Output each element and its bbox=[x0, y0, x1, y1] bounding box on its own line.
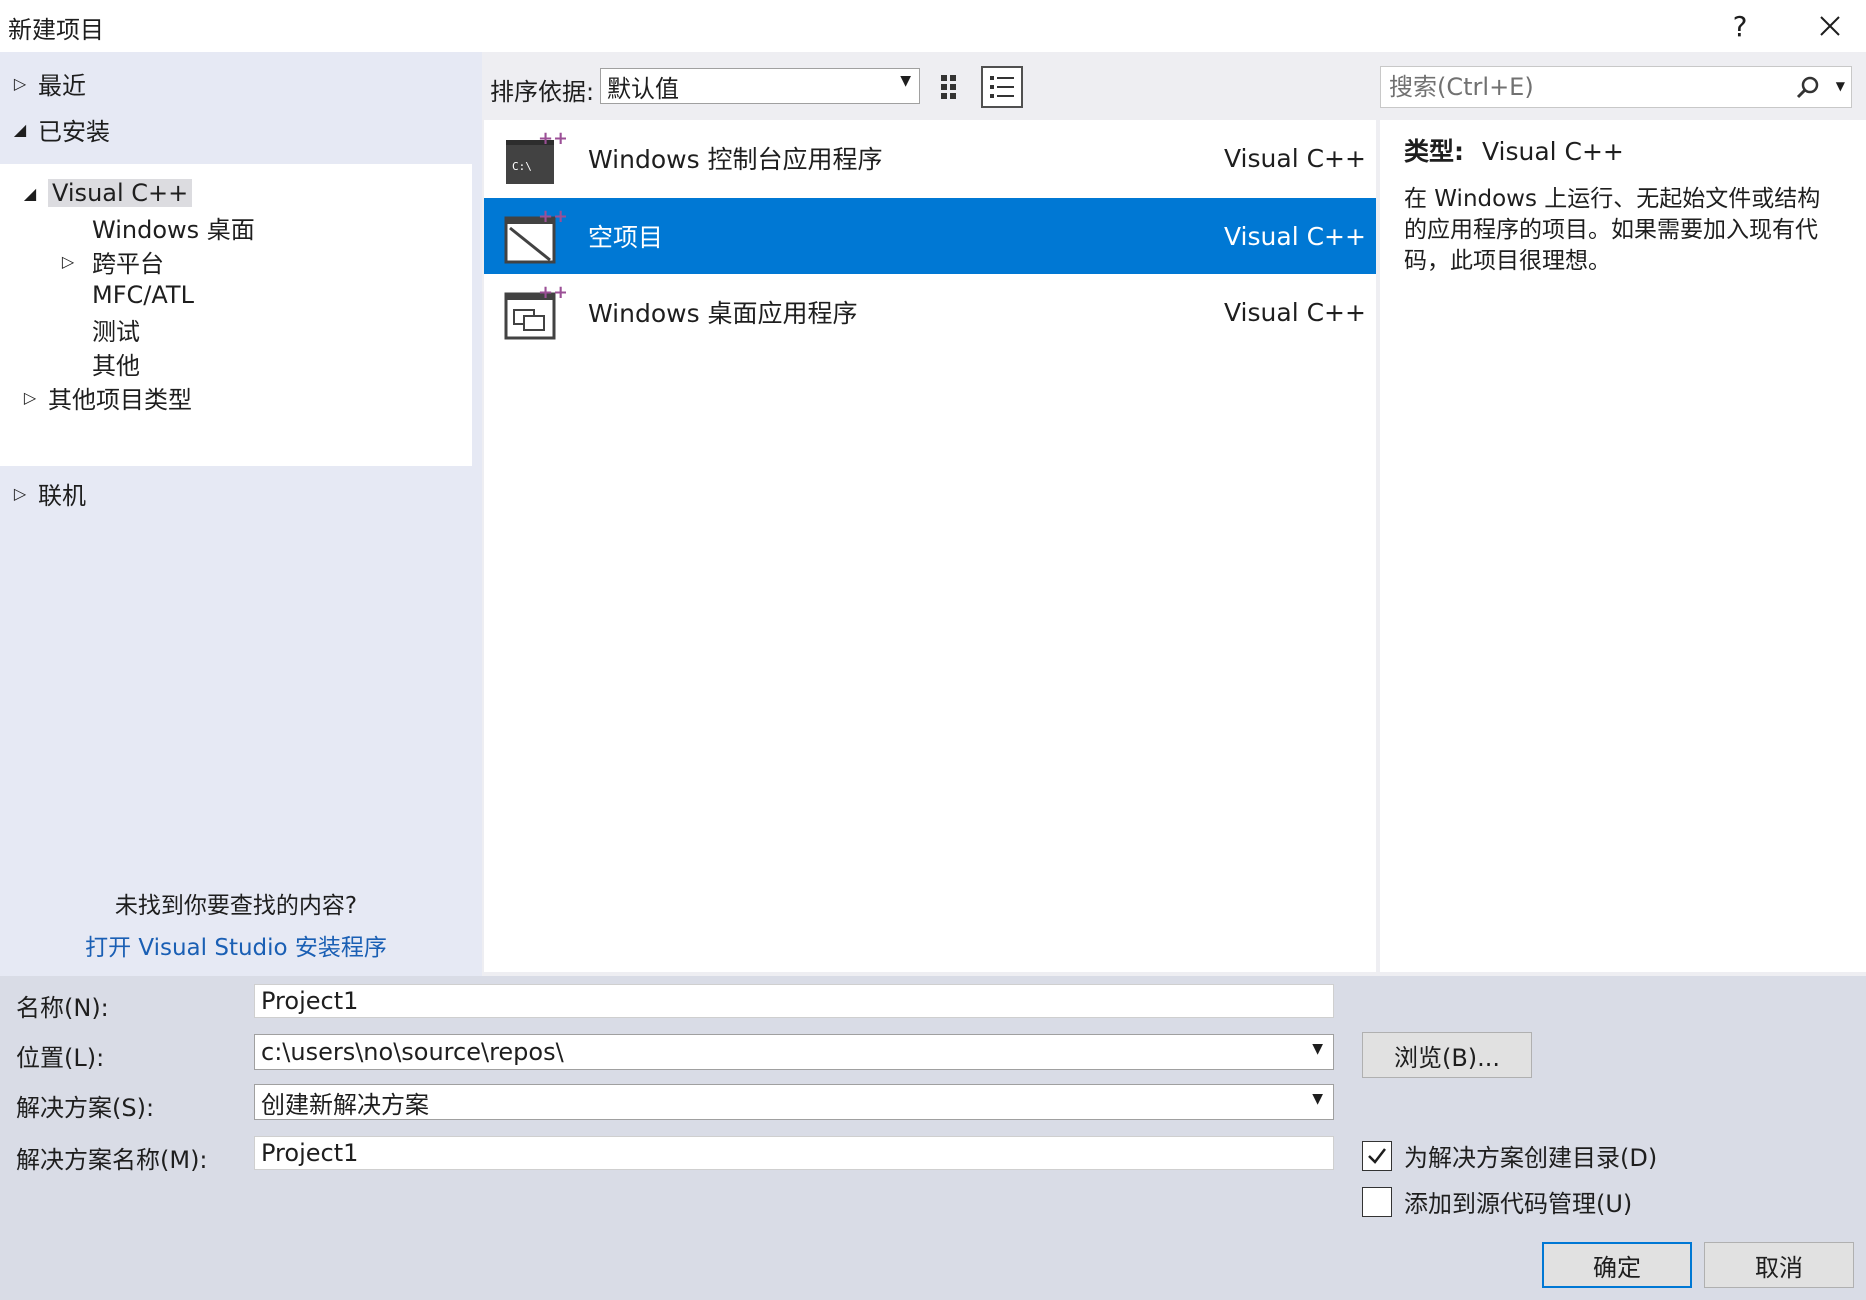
chevron-down-icon: ▼ bbox=[900, 73, 911, 89]
tree-label: 其他项目类型 bbox=[48, 385, 192, 414]
tree-label: MFC/ATL bbox=[92, 281, 194, 309]
type-label: 类型: bbox=[1404, 137, 1464, 166]
template-name: Windows 控制台应用程序 bbox=[588, 145, 883, 174]
tree-item-cross-platform[interactable]: ▷ 跨平台 bbox=[56, 242, 164, 280]
help-button[interactable]: ? bbox=[1712, 0, 1768, 52]
template-language: Visual C++ bbox=[1224, 297, 1366, 327]
solution-dropdown[interactable]: 创建新解决方案 ▼ bbox=[254, 1084, 1334, 1120]
template-list: C:\ ++ Windows 控制台应用程序 Visual C++ ++ 空项目… bbox=[484, 120, 1376, 972]
ok-button[interactable]: 确定 bbox=[1542, 1242, 1692, 1288]
tree-item-mfc-atl[interactable]: MFC/ATL bbox=[92, 276, 194, 314]
type-value: Visual C++ bbox=[1481, 137, 1624, 166]
create-directory-checkbox[interactable] bbox=[1362, 1140, 1392, 1171]
close-button[interactable] bbox=[1802, 0, 1858, 52]
category-panel: ▷ 最近 ◢ 已安装 ◢ Visual C++ Windows 桌面 ▷ 跨平台… bbox=[0, 52, 482, 976]
open-installer-link[interactable]: 打开 Visual Studio 安装程序 bbox=[0, 928, 472, 962]
caret-right-icon[interactable]: ▷ bbox=[8, 74, 32, 93]
list-view-icon bbox=[990, 76, 1014, 98]
tree-item-visual-cpp[interactable]: ◢ Visual C++ bbox=[18, 174, 193, 212]
tree-label: 跨平台 bbox=[92, 249, 164, 278]
template-item[interactable]: ++ Windows 桌面应用程序 Visual C++ bbox=[484, 274, 1376, 350]
grid-view-button[interactable] bbox=[932, 66, 974, 108]
tree-label: 联机 bbox=[38, 481, 86, 510]
tree-label: 其他 bbox=[92, 351, 140, 380]
checkmark-icon bbox=[1368, 1147, 1386, 1164]
search-box[interactable]: ▼ bbox=[1380, 66, 1852, 108]
cancel-button[interactable]: 取消 bbox=[1704, 1242, 1854, 1288]
project-name-input[interactable] bbox=[254, 984, 1334, 1018]
browse-button[interactable]: 浏览(B)... bbox=[1362, 1032, 1532, 1078]
source-control-option[interactable]: 添加到源代码管理(U) bbox=[1362, 1184, 1632, 1219]
name-label: 名称(N): bbox=[16, 994, 109, 1022]
solution-value: 创建新解决方案 bbox=[261, 1090, 429, 1119]
caret-down-icon[interactable]: ◢ bbox=[18, 184, 42, 203]
search-icon[interactable] bbox=[1795, 75, 1821, 101]
list-view-button[interactable] bbox=[981, 66, 1023, 108]
template-language: Visual C++ bbox=[1224, 221, 1366, 251]
create-directory-option[interactable]: 为解决方案创建目录(D) bbox=[1362, 1138, 1657, 1173]
tree-label: 已安装 bbox=[38, 117, 110, 146]
svg-text:++: ++ bbox=[538, 282, 566, 303]
tree-item-other-project-types[interactable]: ▷ 其他项目类型 bbox=[18, 378, 192, 416]
solution-label: 解决方案(S): bbox=[16, 1094, 155, 1122]
not-found-hint: 未找到你要查找的内容? bbox=[114, 893, 358, 919]
template-language: Visual C++ bbox=[1224, 143, 1366, 173]
tree-item-online[interactable]: ▷ 联机 bbox=[8, 474, 86, 512]
location-label: 位置(L): bbox=[16, 1044, 105, 1072]
solution-name-label: 解决方案名称(M): bbox=[16, 1146, 208, 1174]
tree-label: Visual C++ bbox=[48, 179, 193, 207]
caret-right-icon[interactable]: ▷ bbox=[56, 252, 80, 271]
description-text: 在 Windows 上运行、无起始文件或结构的应用程序的项目。如果需要加入现有代… bbox=[1404, 186, 1821, 274]
source-control-label: 添加到源代码管理(U) bbox=[1404, 1190, 1633, 1218]
chevron-down-icon[interactable]: ▼ bbox=[1836, 79, 1845, 93]
template-name: Windows 桌面应用程序 bbox=[588, 299, 858, 328]
empty-project-icon: ++ bbox=[504, 206, 566, 264]
tree-label: 测试 bbox=[92, 317, 140, 346]
svg-text:C:\: C:\ bbox=[512, 160, 532, 173]
tree-item-test[interactable]: 测试 bbox=[92, 310, 140, 348]
tree-label: Windows 桌面 bbox=[92, 215, 255, 244]
installed-tree: ◢ Visual C++ Windows 桌面 ▷ 跨平台 MFC/ATL 测试… bbox=[0, 164, 472, 466]
project-form: 名称(N): 位置(L): c:\users\no\source\repos\ … bbox=[0, 976, 1866, 1300]
caret-right-icon[interactable]: ▷ bbox=[8, 484, 32, 503]
template-name: 空项目 bbox=[588, 223, 664, 252]
source-control-checkbox[interactable] bbox=[1362, 1186, 1392, 1217]
caret-down-icon[interactable]: ◢ bbox=[8, 120, 32, 139]
sort-label: 排序依据: bbox=[490, 78, 595, 106]
close-icon bbox=[1820, 16, 1840, 36]
grid-view-icon bbox=[941, 75, 956, 99]
window-title: 新建项目 bbox=[8, 16, 104, 44]
caret-right-icon[interactable]: ▷ bbox=[18, 388, 42, 407]
desktop-app-icon: ++ bbox=[504, 282, 566, 340]
description-type: 类型: Visual C++ bbox=[1404, 132, 1842, 168]
sort-value: 默认值 bbox=[607, 74, 679, 103]
tree-item-windows-desktop[interactable]: Windows 桌面 bbox=[92, 208, 255, 246]
sort-dropdown[interactable]: 默认值 ▼ bbox=[600, 68, 920, 104]
search-input[interactable] bbox=[1389, 69, 1789, 105]
chevron-down-icon[interactable]: ▼ bbox=[1312, 1091, 1323, 1107]
tree-item-recent[interactable]: ▷ 最近 bbox=[8, 64, 86, 102]
chevron-down-icon[interactable]: ▼ bbox=[1312, 1041, 1323, 1057]
tree-item-other[interactable]: 其他 bbox=[92, 344, 140, 382]
title-bar: 新建项目 ? bbox=[0, 0, 1866, 52]
location-value: c:\users\no\source\repos\ bbox=[261, 1038, 564, 1066]
tree-label: 最近 bbox=[38, 71, 86, 100]
tree-item-installed[interactable]: ◢ 已安装 bbox=[8, 110, 110, 148]
create-directory-label: 为解决方案创建目录(D) bbox=[1404, 1144, 1658, 1172]
solution-name-input[interactable] bbox=[254, 1136, 1334, 1170]
location-combobox[interactable]: c:\users\no\source\repos\ ▼ bbox=[254, 1034, 1334, 1070]
svg-text:++: ++ bbox=[538, 206, 566, 227]
template-item[interactable]: C:\ ++ Windows 控制台应用程序 Visual C++ bbox=[484, 120, 1376, 196]
description-panel: 类型: Visual C++ 在 Windows 上运行、无起始文件或结构的应用… bbox=[1380, 120, 1866, 972]
svg-text:++: ++ bbox=[538, 128, 566, 149]
template-item-selected[interactable]: ++ 空项目 Visual C++ bbox=[484, 198, 1376, 274]
console-app-icon: C:\ ++ bbox=[506, 128, 566, 184]
